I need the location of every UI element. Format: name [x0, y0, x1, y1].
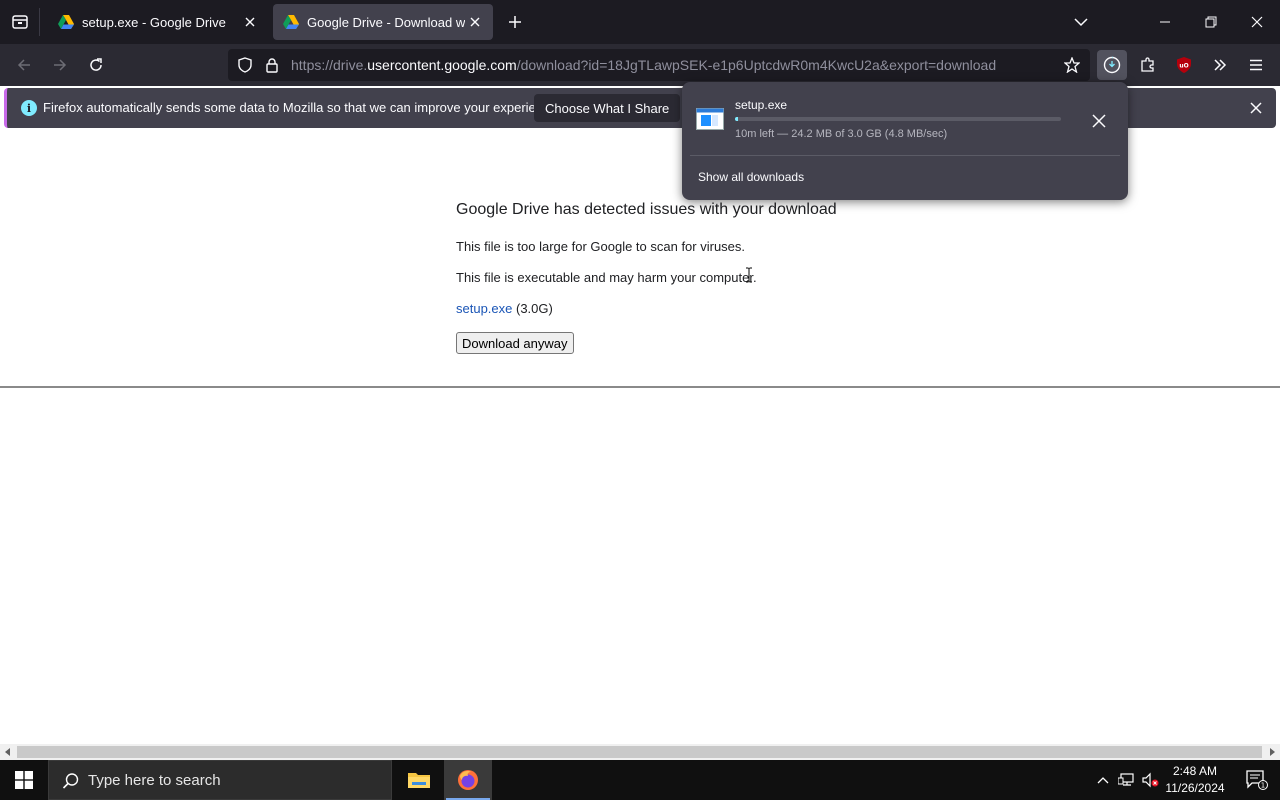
- download-progress-bar: [735, 117, 1061, 121]
- extensions-button[interactable]: [1133, 50, 1163, 80]
- download-status: 10m left — 24.2 MB of 3.0 GB (4.8 MB/sec…: [735, 128, 948, 140]
- ublock-shield-icon: uO: [1177, 57, 1191, 73]
- start-button[interactable]: [0, 760, 48, 800]
- file-info: setup.exe (3.0G): [456, 301, 553, 316]
- tab-close-icon[interactable]: [240, 12, 260, 32]
- chevrons-right-icon: [1214, 59, 1227, 71]
- warning-title: Google Drive has detected issues with yo…: [456, 201, 837, 218]
- reload-icon: [90, 58, 102, 71]
- taskbar-search-box[interactable]: Type here to search: [48, 760, 392, 800]
- puzzle-icon: [1141, 57, 1154, 72]
- close-icon: [1251, 16, 1263, 28]
- download-progress-fill: [735, 117, 738, 121]
- tab-title: setup.exe - Google Drive: [82, 14, 226, 30]
- forward-button[interactable]: [45, 50, 75, 80]
- close-icon: [1250, 102, 1262, 114]
- app-menu-button[interactable]: [1241, 50, 1271, 80]
- volume-muted-icon[interactable]: [1140, 770, 1160, 790]
- minimize-button[interactable]: [1142, 0, 1188, 44]
- folder-icon: [408, 773, 430, 788]
- tab-download-warning[interactable]: Google Drive - Download warni: [273, 4, 493, 40]
- firefox-view-icon: [12, 15, 28, 29]
- network-icon[interactable]: [1117, 770, 1137, 790]
- url-path: /download?id=18JgTLawpSEK-e1p6UptcdwR0m4…: [516, 57, 997, 73]
- text-cursor-icon: [746, 267, 752, 283]
- url-text[interactable]: https://drive.usercontent.google.com/dow…: [291, 57, 996, 73]
- downloads-button[interactable]: [1097, 50, 1127, 80]
- executable-file-icon: [696, 108, 724, 130]
- ublock-origin-button[interactable]: uO: [1169, 50, 1199, 80]
- reload-button[interactable]: [81, 50, 111, 80]
- page-divider: [0, 386, 1280, 388]
- panel-divider: [690, 155, 1120, 156]
- close-icon: [1092, 114, 1106, 128]
- minimize-icon: [1160, 21, 1170, 23]
- list-all-tabs-button[interactable]: [1058, 0, 1104, 44]
- new-tab-button[interactable]: [503, 10, 527, 34]
- url-bar[interactable]: https://drive.usercontent.google.com/dow…: [228, 49, 1090, 81]
- restore-icon: [1205, 16, 1217, 28]
- url-prefix: https://drive.: [291, 57, 368, 73]
- system-clock[interactable]: 2:48 AM 11/26/2024: [1160, 763, 1230, 797]
- more-tools-button[interactable]: [1205, 50, 1235, 80]
- scrollbar-thumb[interactable]: [17, 746, 1262, 758]
- file-name-link[interactable]: setup.exe: [456, 301, 512, 316]
- firefox-view-button[interactable]: [0, 0, 40, 44]
- show-hidden-icons-button[interactable]: [1093, 770, 1113, 790]
- file-size: (3.0G): [516, 301, 553, 316]
- downloads-panel: setup.exe 10m left — 24.2 MB of 3.0 GB (…: [682, 82, 1128, 200]
- scroll-left-icon[interactable]: [0, 744, 16, 760]
- close-window-button[interactable]: [1234, 0, 1280, 44]
- tab-strip: setup.exe - Google Drive Google Drive - …: [0, 0, 1280, 44]
- lock-icon[interactable]: [263, 56, 281, 74]
- url-host: usercontent.google.com: [367, 57, 517, 73]
- svg-text:uO: uO: [1179, 63, 1188, 70]
- chevron-down-icon: [1074, 18, 1088, 27]
- page-content: Google Drive has detected issues with yo…: [0, 131, 1280, 744]
- notification-text: Firefox automatically sends some data to…: [43, 100, 561, 115]
- choose-what-i-share-button[interactable]: Choose What I Share: [534, 94, 681, 122]
- notification-icon: 1: [1246, 770, 1268, 790]
- arrow-right-icon: [54, 59, 67, 71]
- download-file-name[interactable]: setup.exe: [735, 98, 787, 112]
- plus-icon: [509, 16, 521, 28]
- executable-warning-text: This file is executable and may harm you…: [456, 270, 757, 285]
- horizontal-scrollbar[interactable]: [0, 744, 1280, 760]
- chevron-up-icon: [1097, 777, 1109, 784]
- notification-close-button[interactable]: [1246, 98, 1266, 118]
- tracking-protection-icon[interactable]: [236, 56, 254, 74]
- arrow-left-icon: [17, 59, 30, 71]
- firefox-icon: [458, 770, 478, 790]
- action-center-button[interactable]: 1: [1234, 760, 1280, 800]
- windows-taskbar: Type here to search 2:48 AM 11/26/2024 1: [0, 760, 1280, 800]
- tab-title: Google Drive - Download warni: [307, 14, 465, 30]
- info-icon: i: [21, 100, 37, 116]
- file-explorer-button[interactable]: [395, 760, 443, 800]
- notification-count: 1: [1261, 782, 1265, 790]
- google-drive-icon: [283, 15, 299, 29]
- navigation-toolbar: https://drive.usercontent.google.com/dow…: [0, 44, 1280, 86]
- tab-close-icon[interactable]: [465, 12, 485, 32]
- scan-warning-text: This file is too large for Google to sca…: [456, 239, 746, 254]
- back-button[interactable]: [9, 50, 39, 80]
- bookmark-star-icon[interactable]: [1063, 56, 1081, 74]
- clock-date: 11/26/2024: [1165, 781, 1225, 795]
- download-anyway-button[interactable]: Download anyway: [456, 332, 574, 354]
- restore-button[interactable]: [1188, 0, 1234, 44]
- firefox-taskbar-button[interactable]: [444, 760, 492, 800]
- clock-time: 2:48 AM: [1172, 764, 1218, 778]
- tab-setup-exe[interactable]: setup.exe - Google Drive: [48, 4, 268, 40]
- cancel-download-button[interactable]: [1088, 110, 1110, 132]
- search-icon: [62, 773, 79, 789]
- hamburger-menu-icon: [1250, 59, 1262, 71]
- search-placeholder: Type here to search: [88, 772, 221, 789]
- windows-logo-icon: [15, 771, 33, 789]
- scroll-right-icon[interactable]: [1264, 744, 1280, 760]
- show-all-downloads-button[interactable]: Show all downloads: [698, 170, 804, 184]
- google-drive-icon: [58, 15, 74, 29]
- download-progress-icon: [1103, 56, 1121, 74]
